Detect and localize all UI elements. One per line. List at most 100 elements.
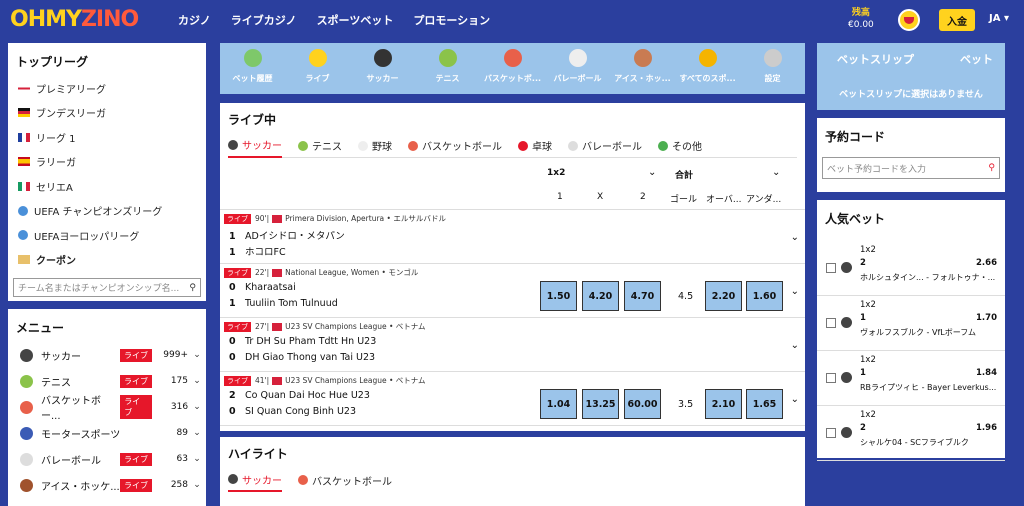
league-item[interactable]: ブンデスリーガ	[8, 101, 206, 126]
odds-button[interactable]: 60.00	[624, 389, 661, 419]
chevron-down-icon[interactable]: ⌄	[772, 167, 780, 178]
popular-bet[interactable]: 1x2 1 1.84 RBライプツィヒ - Bayer Leverkus...	[817, 351, 1005, 406]
sports-tab[interactable]: サッカー	[350, 43, 415, 94]
team-score: 1	[229, 247, 236, 258]
odds-button[interactable]: 4.20	[582, 281, 619, 311]
checkbox[interactable]	[826, 318, 836, 328]
checkbox[interactable]	[826, 428, 836, 438]
match-row[interactable]: ライブ 22' | National League, Women • モンゴル 0 K…	[220, 264, 805, 318]
popular-bet[interactable]: 1x2 2 2.66 ホルシュタイン... - フォルトゥナ・...	[817, 241, 1005, 296]
tab-betslip[interactable]: ベットスリップ	[837, 51, 914, 67]
league-item[interactable]: クーポン	[8, 248, 206, 273]
odds-button[interactable]: 1.04	[540, 389, 577, 419]
booking-code-input[interactable]: ベット予約コードを入力 ⚲	[822, 157, 1000, 179]
checkbox[interactable]	[826, 263, 836, 273]
tab-0[interactable]: サッカー	[228, 134, 282, 158]
sport-icon	[358, 140, 368, 151]
sports-tab[interactable]: バスケットボ...	[480, 43, 545, 94]
market-total[interactable]: 合計	[675, 168, 693, 181]
odds-button[interactable]: 1.65	[746, 389, 783, 419]
market-1x2[interactable]: 1x2	[547, 168, 565, 178]
live-badge: ライブ	[120, 348, 152, 362]
tab-bets[interactable]: ベット	[960, 51, 993, 67]
chevron-down-icon[interactable]: ⌄	[188, 428, 206, 438]
country-flag-icon	[272, 322, 283, 331]
chevron-down-icon[interactable]: ⌄	[791, 232, 799, 243]
league-item[interactable]: プレミアリーグ	[8, 76, 206, 101]
chevron-down-icon[interactable]: ⌄	[188, 454, 206, 464]
odds-button[interactable]: 1.50	[540, 281, 577, 311]
popular-bet[interactable]: 1x2 1 1.70 ヴォルフスブルク - VfLボーフム	[817, 296, 1005, 351]
chevron-down-icon[interactable]: ⌄	[188, 350, 206, 360]
tab-0[interactable]: サッカー	[228, 468, 282, 492]
search-icon[interactable]: ⚲	[988, 163, 995, 173]
sports-tab[interactable]: 設定	[740, 43, 805, 94]
nav-casino[interactable]: カジノ	[178, 12, 211, 28]
sports-tab[interactable]: バレーボール	[545, 43, 610, 94]
menu-item[interactable]: バレーボール ライブ 63 ⌄	[8, 446, 206, 472]
chevron-down-icon[interactable]: ⌄	[791, 340, 799, 351]
odds-button[interactable]: 1.60	[746, 281, 783, 311]
match-info: ライブ 41' | U23 SV Champions League • ベトナム	[224, 375, 426, 386]
chevron-down-icon[interactable]: ⌄	[791, 394, 799, 405]
tab-1[interactable]: バスケットボール	[298, 468, 392, 492]
deposit-button[interactable]: 入金	[939, 9, 975, 31]
highlight-tabs: サッカー バスケットボール	[228, 468, 797, 492]
de-flag-icon	[18, 108, 30, 118]
tab-6[interactable]: その他	[658, 134, 702, 158]
nav-live-casino[interactable]: ライブカジノ	[231, 12, 297, 28]
checkbox[interactable]	[826, 373, 836, 383]
match-row[interactable]: ライブ 41' | U23 SV Champions League • ベトナム 2…	[220, 372, 805, 426]
tab-2[interactable]: 野球	[358, 134, 392, 158]
chevron-down-icon[interactable]: ⌄	[188, 376, 206, 386]
league-item[interactable]: リーグ 1	[8, 125, 206, 150]
odds-button[interactable]: 4.70	[624, 281, 661, 311]
menu-item[interactable]: バスケットボー... ライブ 316 ⌄	[8, 394, 206, 422]
goal-line: 3.5	[678, 399, 694, 410]
odds-button[interactable]: 2.20	[705, 281, 742, 311]
logo[interactable]: OHMYZINO	[10, 7, 139, 32]
league-item[interactable]: UEFAヨーロッパリーグ	[8, 223, 206, 248]
sports-tab[interactable]: すべてのスポ...	[675, 43, 740, 94]
league-item[interactable]: ラリーガ	[8, 150, 206, 175]
tab-5[interactable]: バレーボール	[568, 134, 642, 158]
menu-item[interactable]: アイス・ホッケ... ライブ 258 ⌄	[8, 472, 206, 498]
separator: |	[266, 268, 270, 277]
bet-odds: 1.70	[976, 313, 997, 323]
menu-label: モータースポーツ	[41, 429, 121, 441]
tab-3[interactable]: バスケットボール	[408, 134, 502, 158]
menu-item[interactable]: モータースポーツ 89 ⌄	[8, 420, 206, 446]
sports-tab[interactable]: ベット履歴	[220, 43, 285, 94]
sports-tab[interactable]: ライブ	[285, 43, 350, 94]
menu-item[interactable]: テニス ライブ 175 ⌄	[8, 368, 206, 394]
match-row[interactable]: ライブ 90' | Primera Division, Apertura • エル…	[220, 210, 805, 264]
sports-tab[interactable]: アイス・ホッ...	[610, 43, 675, 94]
bet-teams: ヴォルフスブルク - VfLボーフム	[860, 328, 976, 337]
nav-sports[interactable]: スポーツベット	[317, 12, 394, 28]
tab-1[interactable]: テニス	[298, 134, 342, 158]
league-item[interactable]: UEFA チャンピオンズリーグ	[8, 199, 206, 224]
sports-tab[interactable]: テニス	[415, 43, 480, 94]
match-row[interactable]: ライブ 27' | U23 SV Champions League • ベトナム 0…	[220, 318, 805, 372]
popular-bet[interactable]: 1x2 2 1.96 シャルケ04 - SCフライブルク	[817, 406, 1005, 461]
chevron-down-icon[interactable]: ⌄	[791, 286, 799, 297]
odds-button[interactable]: 13.25	[582, 389, 619, 419]
avatar[interactable]	[898, 9, 920, 31]
team-1: 0 Tr DH Su Pham Tdtt Hn U23	[229, 336, 376, 347]
league-item[interactable]: セリエA	[8, 174, 206, 199]
nav-promotions[interactable]: プロモーション	[413, 12, 490, 28]
sport-icon	[298, 475, 308, 485]
sport-icon	[568, 140, 578, 151]
sport-icon	[228, 139, 238, 150]
league-label: クーポン	[36, 256, 76, 268]
league-search-input[interactable]: チーム名またはチャンピオンシップ名... ⚲	[13, 278, 201, 297]
chevron-down-icon[interactable]: ⌄	[188, 480, 206, 490]
chevron-down-icon[interactable]: ⌄	[188, 402, 206, 412]
top-leagues-panel: トップリーグ プレミアリーグ ブンデスリーガ リーグ 1 ラリーガ セリエA UEFA チ…	[8, 43, 206, 301]
odds-button[interactable]: 2.10	[705, 389, 742, 419]
search-icon[interactable]: ⚲	[189, 283, 196, 293]
menu-item[interactable]: サッカー ライブ 999+ ⌄	[8, 342, 206, 368]
language-selector[interactable]: JA ▾	[989, 13, 1009, 24]
chevron-down-icon[interactable]: ⌄	[648, 167, 656, 178]
tab-4[interactable]: 卓球	[518, 134, 552, 158]
